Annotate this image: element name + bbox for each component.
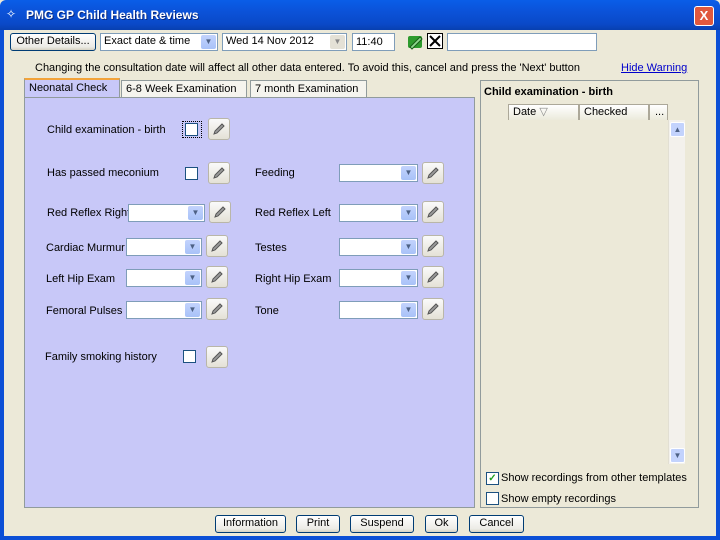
chevron-down-icon[interactable]: ▼ [401,206,416,220]
right-hip-label: Right Hip Exam [255,273,332,285]
pencil-icon[interactable] [206,266,228,288]
window-frame-bottom [0,536,720,540]
feeding-label: Feeding [255,167,295,179]
free-text-input[interactable] [447,33,597,51]
pencil-icon[interactable] [422,162,444,184]
pencil-icon[interactable] [422,201,444,223]
show-other-templates-label: Show recordings from other templates [501,472,687,484]
meconium-label: Has passed meconium [47,167,159,179]
date-column-label: Date [513,106,537,118]
family-smoking-checkbox[interactable] [183,350,196,363]
red-reflex-left-select[interactable]: ▼ [339,204,418,222]
scroll-down-icon[interactable]: ▼ [670,448,685,463]
meconium-checkbox[interactable] [185,167,198,180]
window-title: PMG GP Child Health Reviews [26,8,199,22]
pencil-icon[interactable] [422,235,444,257]
date-value: Wed 14 Nov 2012 [226,35,314,47]
red-reflex-right-label: Red Reflex Right [47,207,131,219]
date-picker[interactable]: Wed 14 Nov 2012 ▼ [222,33,347,51]
child-exam-label: Child examination - birth [47,124,166,136]
ok-button[interactable]: Ok [425,515,458,533]
other-details-button[interactable]: Other Details... [10,33,96,51]
cardiac-murmur-select[interactable]: ▼ [126,238,202,256]
pencil-icon[interactable] [206,346,228,368]
date-mode-value: Exact date & time [104,35,191,47]
chevron-down-icon[interactable]: ▼ [401,303,416,317]
chevron-down-icon[interactable]: ▼ [401,166,416,180]
chevron-down-icon[interactable]: ▼ [185,271,200,285]
accept-pen-icon[interactable] [407,33,425,51]
chevron-down-icon[interactable]: ▼ [401,271,416,285]
sort-arrow-icon: ▽ [539,106,548,118]
left-hip-select[interactable]: ▼ [126,269,202,287]
pencil-icon[interactable] [422,298,444,320]
child-exam-checkbox[interactable] [185,123,198,136]
chevron-down-icon[interactable]: ▼ [185,240,200,254]
pencil-icon[interactable] [422,266,444,288]
femoral-pulses-label: Femoral Pulses [46,305,123,317]
print-button[interactable]: Print [296,515,340,533]
pencil-icon[interactable] [206,235,228,257]
scroll-up-icon[interactable]: ▲ [670,122,685,137]
app-icon: ✧ [6,7,17,21]
family-smoking-label: Family smoking history [45,351,157,363]
hide-warning-link[interactable]: Hide Warning [621,62,687,74]
cardiac-murmur-label: Cardiac Murmur [46,242,125,254]
date-mode-select[interactable]: Exact date & time ▼ [100,33,218,51]
warning-text: Changing the consultation date will affe… [35,62,580,74]
recordings-title: Child examination - birth [484,86,613,98]
window-frame-right [716,30,720,540]
testes-label: Testes [255,242,287,254]
chevron-down-icon[interactable]: ▼ [185,303,200,317]
left-hip-label: Left Hip Exam [46,273,116,285]
show-empty-recordings-label: Show empty recordings [501,493,616,505]
pencil-icon[interactable] [206,298,228,320]
window-frame-left [0,30,4,540]
chevron-down-icon[interactable]: ▼ [401,240,416,254]
date-column-header[interactable]: Date ▽ [508,104,579,121]
recordings-scrollbar[interactable]: ▲ ▼ [668,120,685,464]
right-hip-select[interactable]: ▼ [339,269,418,287]
close-button[interactable]: X [694,6,714,26]
tone-select[interactable]: ▼ [339,301,418,319]
pencil-icon[interactable] [209,201,231,223]
testes-select[interactable]: ▼ [339,238,418,256]
show-empty-recordings-checkbox[interactable] [486,492,499,505]
pencil-icon[interactable] [208,118,230,140]
checked-column-header[interactable]: Checked [579,104,649,121]
feeding-select[interactable]: ▼ [339,164,418,182]
cancel-button[interactable]: Cancel [469,515,524,533]
tab-neonatal-check[interactable]: Neonatal Check [24,78,120,98]
time-input[interactable]: 11:40 [352,33,395,51]
red-reflex-left-label: Red Reflex Left [255,207,331,219]
chevron-down-icon[interactable]: ▼ [330,35,345,49]
recordings-list[interactable] [508,120,685,463]
tab-6-8-week-examination[interactable]: 6-8 Week Examination [121,80,247,98]
pencil-icon[interactable] [208,162,230,184]
chevron-down-icon[interactable]: ▼ [201,35,216,49]
more-columns-button[interactable]: ... [649,104,668,121]
chevron-down-icon[interactable]: ▼ [188,206,203,220]
red-reflex-right-select[interactable]: ▼ [128,204,205,222]
tone-label: Tone [255,305,279,317]
tab-7-month-examination[interactable]: 7 month Examination [250,80,367,98]
femoral-pulses-select[interactable]: ▼ [126,301,202,319]
suspend-button[interactable]: Suspend [350,515,414,533]
information-button[interactable]: Information [215,515,286,533]
clear-x-icon[interactable] [427,33,443,49]
show-other-templates-checkbox[interactable]: ✓ [486,472,499,485]
